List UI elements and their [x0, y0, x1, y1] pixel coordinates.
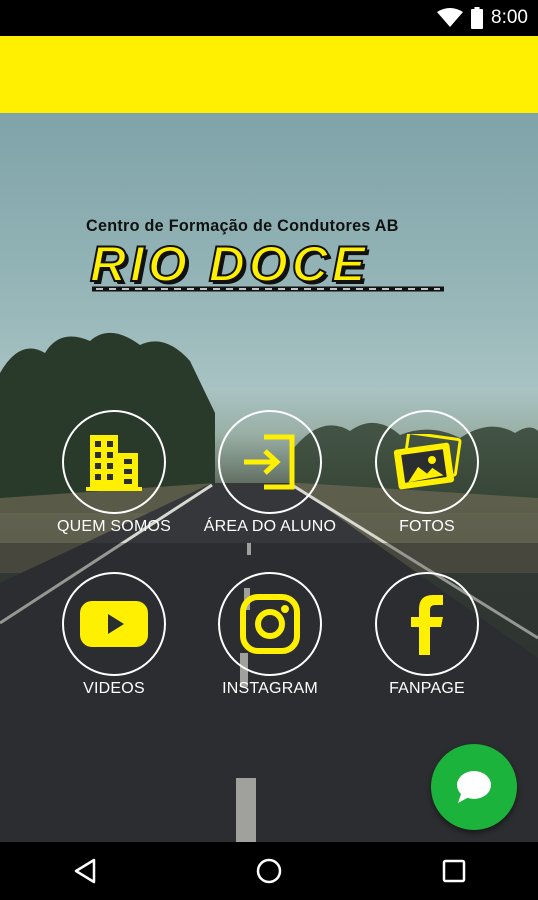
chat-icon [457, 771, 491, 803]
photos-icon [393, 434, 462, 490]
youtube-icon [80, 601, 148, 647]
menu-area-do-aluno[interactable]: ÁREA DO ALUNO [200, 410, 340, 550]
instagram-circle[interactable] [218, 572, 322, 676]
nav-home-button[interactable] [239, 842, 299, 900]
android-nav-bar [0, 842, 538, 900]
menu-instagram[interactable]: INSTAGRAM [200, 572, 340, 712]
menu-videos[interactable]: VIDEOS [44, 572, 184, 712]
videos-circle[interactable] [62, 572, 166, 676]
status-bar: 8:00 [0, 0, 538, 36]
area-do-aluno-label: ÁREA DO ALUNO [203, 518, 337, 535]
area-do-aluno-circle[interactable] [218, 410, 322, 514]
logo-subtitle: Centro de Formação de Condutores AB [86, 216, 399, 235]
home-icon [256, 858, 282, 884]
fotos-circle[interactable] [375, 410, 479, 514]
nav-back-button[interactable] [55, 842, 115, 900]
battery-icon [471, 7, 484, 29]
instagram-icon [240, 594, 300, 654]
menu-fotos[interactable]: FOTOS [357, 410, 497, 550]
road-stripe-decoration [92, 286, 444, 292]
nav-recents-button[interactable] [424, 842, 484, 900]
videos-label: VIDEOS [83, 680, 145, 697]
chat-fab-button[interactable] [431, 744, 517, 830]
logo-title-block: RIO DOCE [86, 235, 448, 295]
fotos-label: FOTOS [399, 518, 455, 535]
building-icon [86, 435, 142, 491]
login-icon [244, 434, 295, 490]
menu-fanpage[interactable]: FANPAGE [357, 572, 497, 712]
facebook-icon [411, 595, 443, 655]
wifi-icon [437, 8, 464, 27]
fanpage-circle[interactable] [375, 572, 479, 676]
recents-icon [442, 859, 466, 883]
instagram-label: INSTAGRAM [222, 680, 318, 697]
menu-quem-somos[interactable]: QUEM SOMOS [44, 410, 184, 550]
quem-somos-label: QUEM SOMOS [56, 518, 171, 535]
back-icon [74, 858, 96, 884]
quem-somos-circle[interactable] [62, 410, 166, 514]
fanpage-label: FANPAGE [389, 680, 465, 697]
status-time: 8:00 [491, 7, 528, 28]
app-header-bar [0, 36, 538, 113]
